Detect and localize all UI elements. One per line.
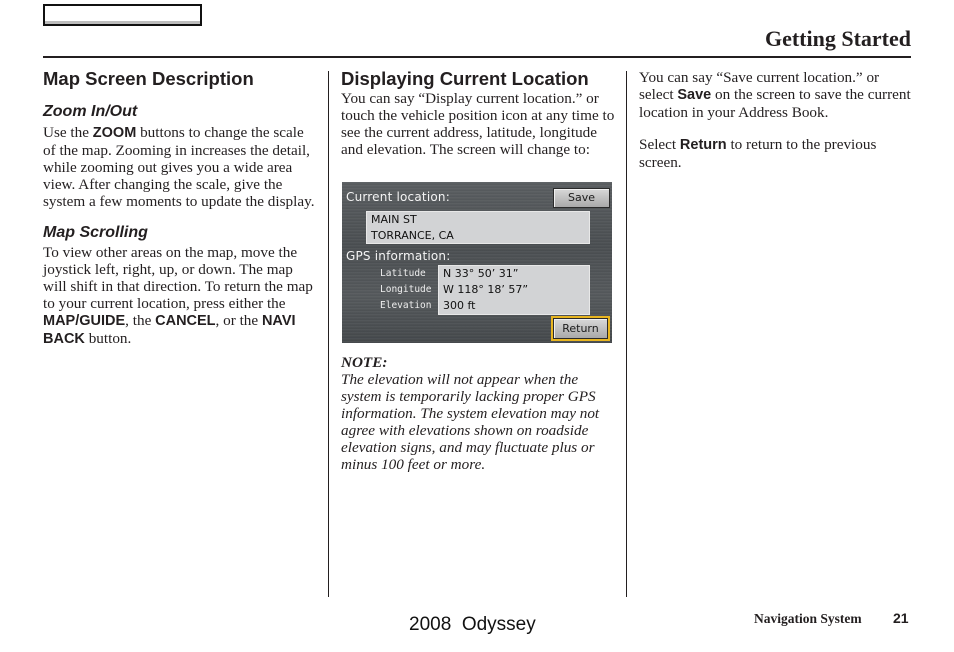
footer-model: 2008 Odyssey xyxy=(409,614,536,635)
text: Select xyxy=(639,136,680,153)
keyword-zoom: ZOOM xyxy=(92,125,137,141)
elevation-label: Elevation xyxy=(380,300,432,311)
gps-information-label: GPS information: xyxy=(346,249,451,263)
elevation-value: 300 ft xyxy=(443,299,476,312)
header-rule xyxy=(43,56,911,58)
paragraph-intro: You can say “Display current location.” … xyxy=(341,90,615,158)
heading-map-screen-description: Map Screen Description xyxy=(43,68,254,89)
return-button[interactable]: Return xyxy=(551,316,610,341)
column-displaying-current-location: Displaying Current Location You can say … xyxy=(341,68,616,158)
footer-manual-name: Navigation System xyxy=(754,611,862,626)
text: To view other areas on the map, move the… xyxy=(43,244,313,312)
header-blank-tab xyxy=(43,4,202,26)
longitude-value: W 118° 18’ 57” xyxy=(443,283,529,296)
text: , the xyxy=(125,312,156,329)
paragraph-scrolling: To view other areas on the map, move the… xyxy=(43,244,318,348)
keyword-return: Return xyxy=(679,137,727,153)
text: button. xyxy=(84,330,132,347)
note-body: The elevation will not appear when the s… xyxy=(341,371,600,473)
current-location-label: Current location: xyxy=(346,190,450,204)
address-box: MAIN ST TORRANCE, CA xyxy=(366,211,590,244)
note-label: NOTE: xyxy=(341,354,388,371)
page-number: 21 xyxy=(893,610,909,626)
longitude-label: Longitude xyxy=(380,284,432,295)
heading-zoom-in-out: Zoom In/Out xyxy=(43,103,138,120)
text: , or the xyxy=(215,312,262,329)
column-map-screen-description: Map Screen Description Zoom In/Out Use t… xyxy=(43,68,318,348)
keyword-save: Save xyxy=(677,87,712,103)
keyword-map-guide: MAP/GUIDE xyxy=(43,313,126,329)
section-title: Getting Started xyxy=(764,26,911,51)
navigation-screen-current-location: Current location: Save MAIN ST TORRANCE,… xyxy=(342,182,612,343)
keyword-cancel: CANCEL xyxy=(155,313,216,329)
gps-values-box: N 33° 50’ 31” W 118° 18’ 57” 300 ft xyxy=(438,265,590,315)
address-line-2: TORRANCE, CA xyxy=(371,229,454,242)
note-block: NOTE: The elevation will not appear when… xyxy=(341,354,619,473)
save-button[interactable]: Save xyxy=(553,188,610,208)
address-line-1: MAIN ST xyxy=(371,213,417,226)
text: Use the xyxy=(43,124,93,141)
column-save-return: You can say “Save current location.” or … xyxy=(639,69,914,171)
column-divider-left xyxy=(328,71,329,597)
latitude-value: N 33° 50’ 31” xyxy=(443,267,519,280)
paragraph-save: You can say “Save current location.” or … xyxy=(639,69,914,121)
heading-map-scrolling: Map Scrolling xyxy=(43,224,148,241)
column-divider-right xyxy=(626,71,627,597)
paragraph-return: Select Return to return to the previous … xyxy=(639,136,914,171)
paragraph-zoom: Use the ZOOM buttons to change the scale… xyxy=(43,124,318,210)
latitude-label: Latitude xyxy=(380,268,426,279)
heading-displaying-current-location: Displaying Current Location xyxy=(341,68,589,89)
